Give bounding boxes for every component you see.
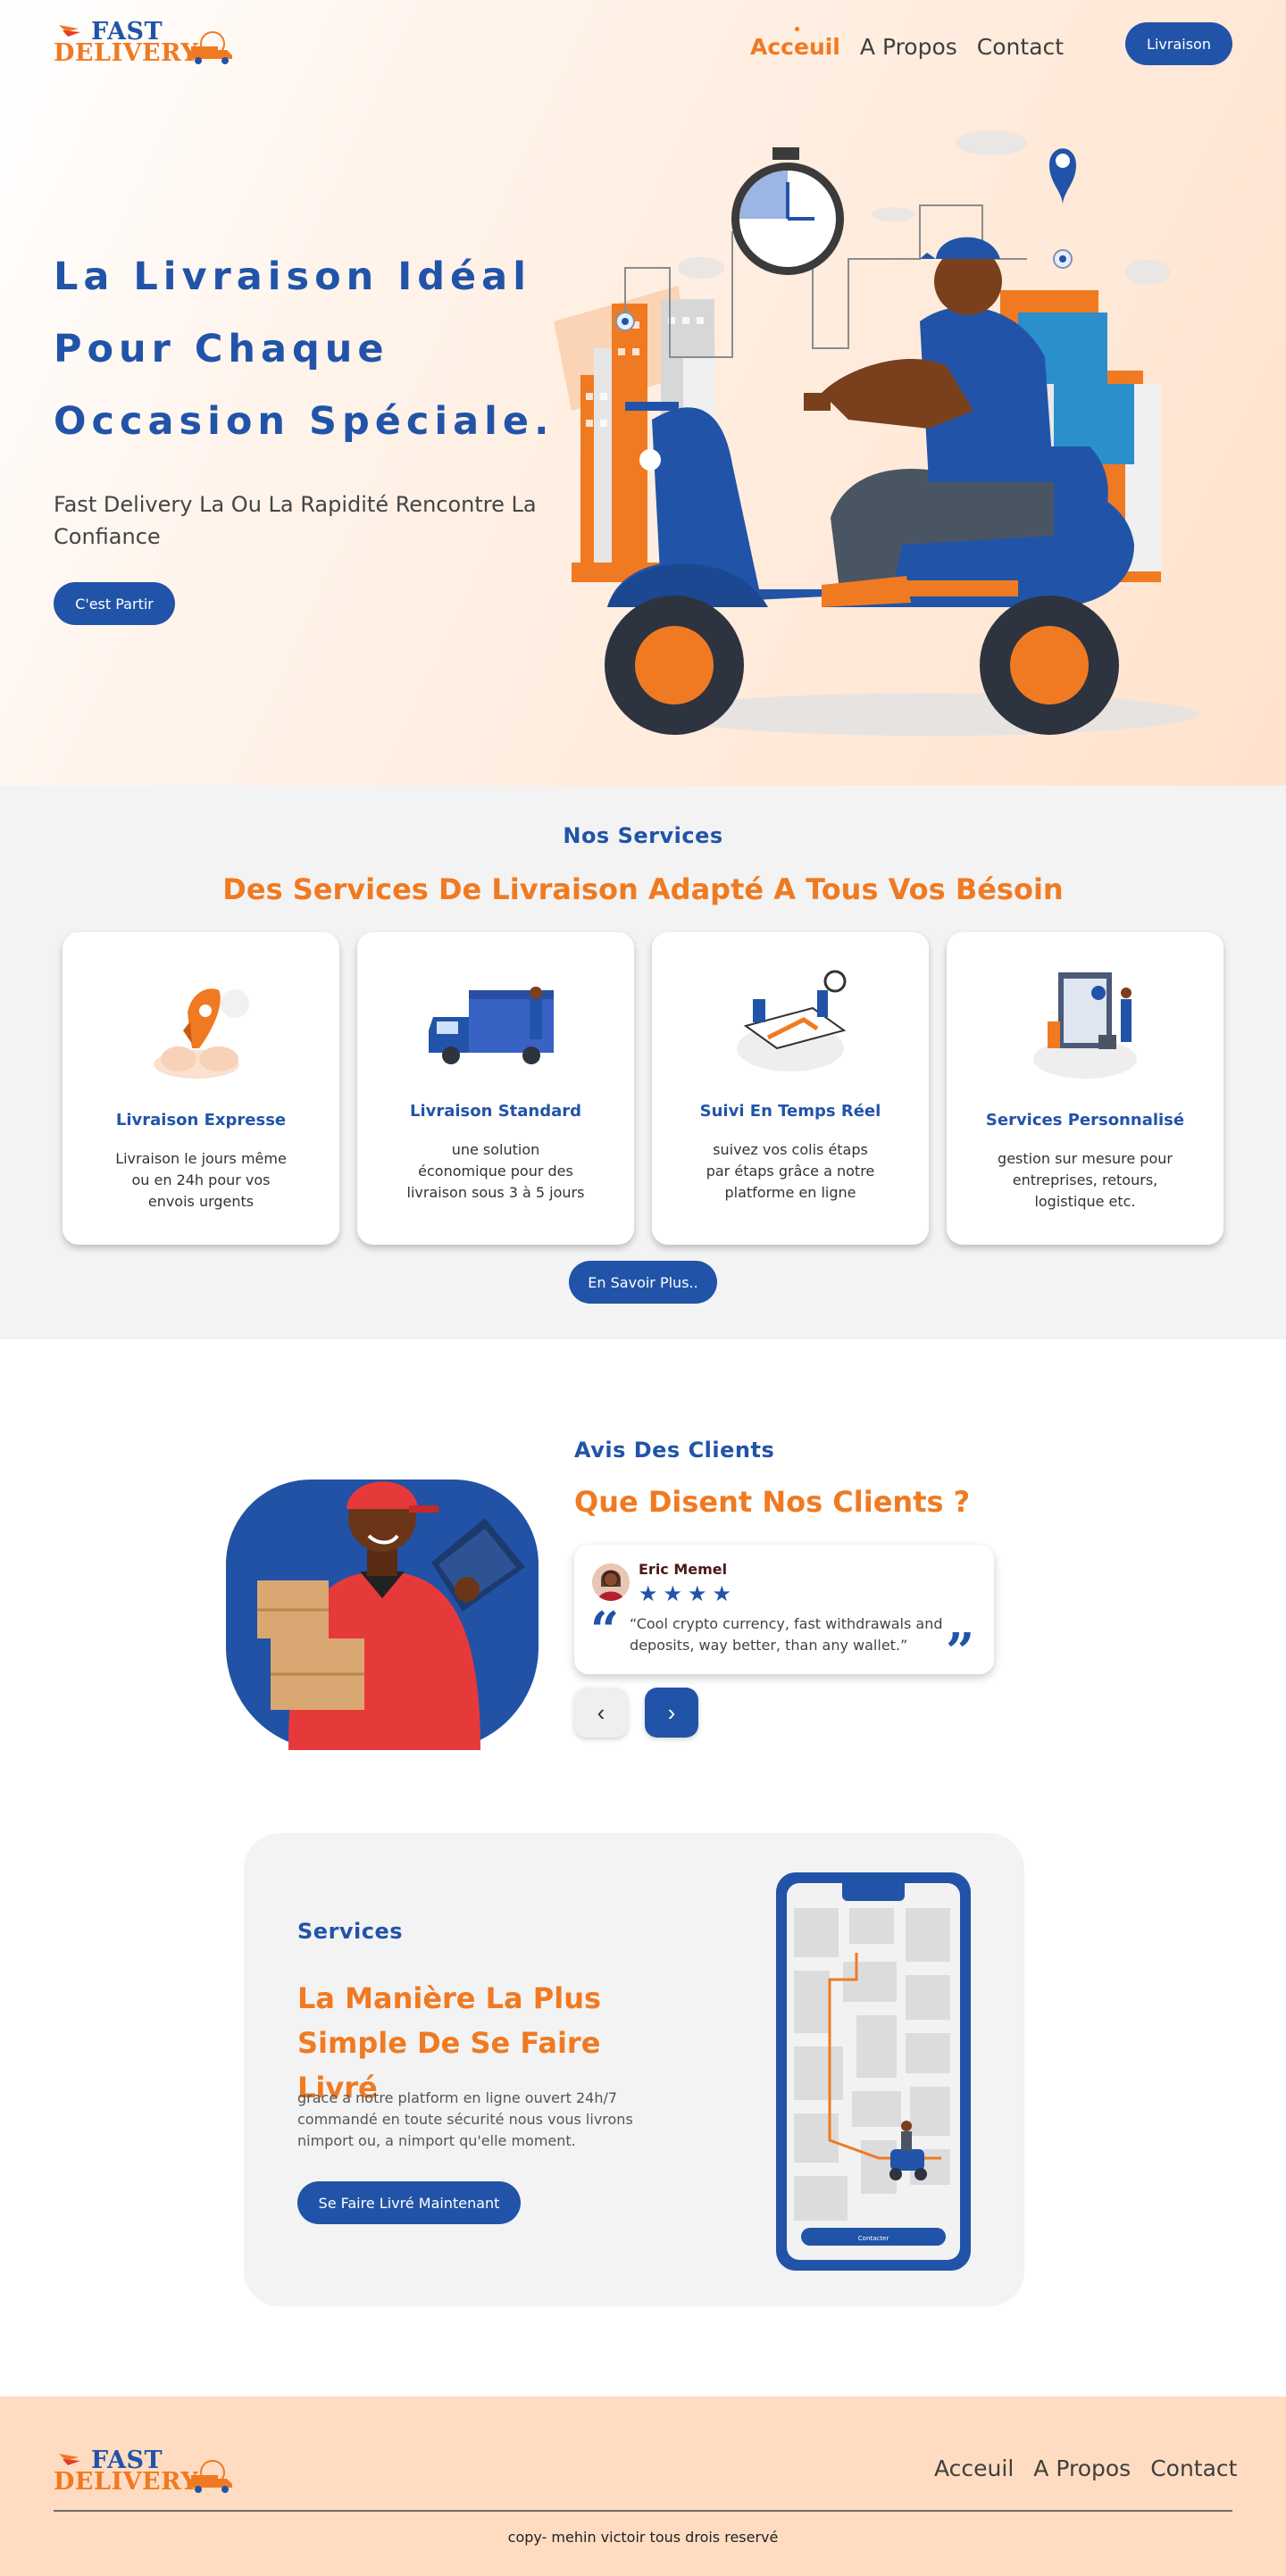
cta-description: grace a notre platform en ligne ouvert 2… (297, 2089, 633, 2149)
reviewer-name: Eric Memel (639, 1561, 728, 1578)
nav-contact[interactable]: Contact (977, 34, 1064, 63)
courier-photo (226, 1446, 539, 1750)
hero-section: FAST DELIVERY Acceuil A Propos Contact L… (0, 0, 1286, 786)
service-card-title: Suivi En Temps Réel (699, 1102, 881, 1121)
services-title: Des Services De Livraison Adapté A Tous … (222, 872, 1064, 906)
footer-divider (54, 2510, 1232, 2512)
main-nav: Acceuil A Propos Contact (750, 27, 1064, 63)
review-card: Eric Memel ★★★★ “ “Cool crypto currency,… (574, 1545, 994, 1681)
hero-title: La Livraison Idéal Pour Chaque Occasion … (54, 241, 589, 458)
service-card-title: Services Personnalisé (985, 1111, 1185, 1130)
service-card-custom[interactable]: Services Personnalisé gestion sur mesure… (947, 932, 1223, 1245)
hero-subtitle: Fast Delivery La Ou La Rapidité Rencontr… (54, 492, 537, 549)
chevron-left-icon: ‹ (597, 1698, 605, 1726)
nav-home[interactable]: Acceuil (750, 27, 840, 63)
phone-map-illustration: Contacter (776, 1872, 971, 2271)
quote-close-icon: ” (946, 1622, 975, 1681)
delivery-scooter-illustration (554, 130, 1198, 736)
tracking-icon (737, 970, 847, 1071)
cta-label: Services (297, 1919, 404, 1944)
courier-figure (257, 1481, 525, 1750)
brand-line2: DELIVERY (54, 2468, 199, 2496)
speed-wings-icon (59, 2454, 80, 2465)
brand-line2: DELIVERY (54, 39, 199, 67)
hero-title-line: Pour Chaque (54, 327, 389, 371)
next-review-button[interactable]: › (645, 1688, 698, 1738)
review-text: “Cool crypto currency, fast withdrawals … (630, 1615, 943, 1654)
services-label: Nos Services (563, 823, 723, 848)
hero-title-line: La Livraison Idéal (54, 254, 531, 299)
site-footer: FAST DELIVERY Acceuil A Propos Contact c… (0, 2397, 1286, 2576)
footer-nav: Acceuil A Propos Contact (934, 2455, 1237, 2484)
chevron-right-icon: › (667, 1698, 676, 1726)
service-card-desc: suivez vos colis étaps par étaps grâce a… (706, 1141, 875, 1201)
service-card-desc: une solution économique pour des livrais… (406, 1141, 585, 1201)
service-card-tracking[interactable]: Suivi En Temps Réel suivez vos colis éta… (652, 932, 929, 1245)
brand-logo[interactable]: FAST DELIVERY (54, 18, 241, 70)
quote-open-icon: “ (590, 1601, 620, 1660)
learn-more-button[interactable]: En Savoir Plus.. (569, 1261, 717, 1304)
prev-review-button[interactable]: ‹ (574, 1688, 628, 1738)
nav-about[interactable]: A Propos (860, 34, 957, 63)
truck-icon (191, 2460, 232, 2493)
phone-contact-button: Contacter (858, 2235, 889, 2242)
hero-title-line: Occasion Spéciale. (54, 399, 555, 444)
service-card-title: Livraison Standard (409, 1102, 582, 1121)
footer-nav-home[interactable]: Acceuil (934, 2455, 1014, 2484)
services-cards: Livraison Expresse Livraison le jours mê… (63, 932, 1223, 1245)
rocket-icon (154, 988, 249, 1079)
service-card-standard[interactable]: Livraison Standard une solution économiq… (357, 932, 634, 1245)
speed-wings-icon (59, 25, 80, 37)
footer-logo[interactable]: FAST DELIVERY (54, 2447, 241, 2498)
cta-section: Services La Manière La Plus Simple De Se… (244, 1833, 1024, 2306)
service-card-desc: Livraison le jours même ou en 24h pour v… (115, 1150, 287, 1210)
reviewer-avatar-image (592, 1563, 630, 1601)
services-section: Nos Services Des Services De Livraison A… (0, 786, 1286, 1339)
custom-service-icon (1033, 972, 1137, 1079)
service-card-desc: gestion sur mesure pour entreprises, ret… (998, 1150, 1173, 1210)
truck-icon (191, 31, 232, 64)
rating-stars: ★★★★ (639, 1581, 738, 1606)
testimonials-title: Que Disent Nos Clients ? (574, 1485, 971, 1519)
testimonials-label: Avis Des Clients (574, 1438, 775, 1463)
avatar (592, 1563, 630, 1601)
service-card-express[interactable]: Livraison Expresse Livraison le jours mê… (63, 932, 339, 1245)
service-card-title: Livraison Expresse (115, 1111, 287, 1130)
footer-nav-about[interactable]: A Propos (1033, 2455, 1131, 2484)
start-button[interactable]: C'est Partir (54, 582, 175, 625)
copyright-text: copy- mehin victoir tous drois reservé (507, 2529, 779, 2546)
livraison-button[interactable]: Livraison (1125, 22, 1232, 65)
footer-nav-contact[interactable]: Contact (1150, 2455, 1237, 2484)
site-header: FAST DELIVERY Acceuil A Propos Contact L… (0, 0, 1286, 89)
delivery-truck-icon (429, 987, 554, 1064)
order-now-button[interactable]: Se Faire Livré Maintenant (297, 2181, 521, 2224)
